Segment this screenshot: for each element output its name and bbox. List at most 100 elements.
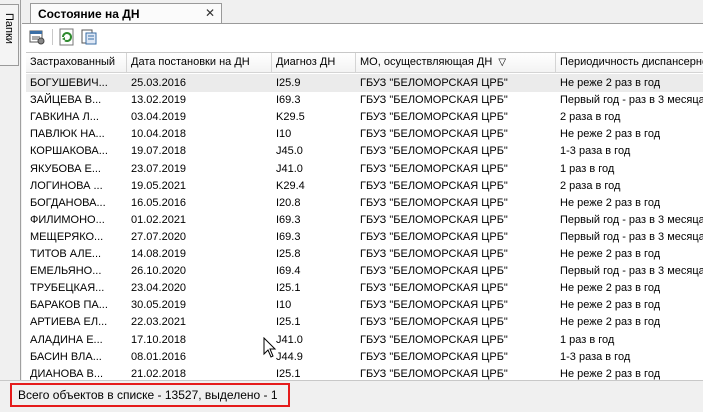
cell-diagnosis: I25.9 bbox=[276, 77, 301, 89]
table-row[interactable]: ЕМЕЛЬЯНО... 26.10.2020 I69.4 ГБУЗ "БЕЛОМОРС… bbox=[26, 262, 703, 280]
cell-insured: БАСИН ВЛА... bbox=[30, 350, 102, 363]
cell-periodicity: Первый год - раз в 3 месяца bbox=[560, 213, 703, 226]
cell-mo: ГБУЗ "БЕЛОМОРСКАЯ ЦРБ" bbox=[360, 111, 508, 124]
cell-periodicity: Первый год - раз в 3 месяца bbox=[560, 265, 703, 278]
cell-diagnosis: I69.3 bbox=[276, 230, 301, 243]
cell-diagnosis: I10 bbox=[276, 128, 292, 141]
export-icon[interactable] bbox=[80, 28, 98, 46]
cell-mo: ГБУЗ "БЕЛОМОРСКАЯ ЦРБ" bbox=[360, 299, 508, 312]
cell-diagnosis: I10 bbox=[276, 299, 292, 312]
toolbar-separator bbox=[52, 29, 53, 45]
table-row[interactable]: ФИЛИМОНО... 01.02.2021 I69.3 ГБУЗ "БЕЛОМОРС… bbox=[26, 211, 703, 229]
cell-mo: ГБУЗ "БЕЛОМОРСКАЯ ЦРБ" bbox=[360, 77, 508, 89]
cell-diagnosis: J44.9 bbox=[276, 350, 303, 363]
cell-insured: МЕЩЕРЯКО... bbox=[30, 230, 104, 243]
cell-mo: ГБУЗ "БЕЛОМОРСКАЯ ЦРБ" bbox=[360, 265, 508, 278]
cell-mo: ГБУЗ "БЕЛОМОРСКАЯ ЦРБ" bbox=[360, 230, 508, 243]
cell-insured: АРТИЕВА ЕЛ... bbox=[30, 316, 108, 329]
refresh-icon[interactable] bbox=[58, 28, 76, 46]
cell-registration-date: 03.04.2019 bbox=[131, 111, 187, 124]
cell-periodicity: 1 раз в год bbox=[560, 333, 615, 346]
cell-registration-date: 27.07.2020 bbox=[131, 230, 187, 243]
cell-insured: ЯКУБОВА Е... bbox=[30, 162, 101, 175]
table-row[interactable]: ЗАЙЦЕВА В... 13.02.2019 I69.3 ГБУЗ "БЕЛОМОР… bbox=[26, 91, 703, 109]
folders-tab[interactable]: Папки bbox=[0, 4, 19, 66]
table-row[interactable]: БОГУШЕВИЧ... 25.03.2016 I25.9 ГБУЗ "БЕЛОМОР… bbox=[26, 74, 703, 92]
table-row[interactable]: МЕЩЕРЯКО... 27.07.2020 I69.3 ГБУЗ "БЕЛОМОРС… bbox=[26, 228, 703, 246]
sort-descending-icon: ▽ bbox=[498, 57, 507, 68]
cell-mo: ГБУЗ "БЕЛОМОРСКАЯ ЦРБ" bbox=[360, 162, 508, 175]
cell-diagnosis: J45.0 bbox=[276, 145, 303, 158]
cell-registration-date: 23.07.2019 bbox=[131, 162, 187, 175]
cell-insured: ГАВКИНА Л... bbox=[30, 111, 99, 124]
object-count-status: Всего объектов в списке - 13527, выделен… bbox=[10, 383, 290, 407]
table-row[interactable]: ЯКУБОВА Е... 23.07.2019 J41.0 ГБУЗ "БЕЛОМОР… bbox=[26, 160, 703, 178]
table-row[interactable]: БАСИН ВЛА... 08.01.2016 J44.9 ГБУЗ "БЕЛОМОР… bbox=[26, 348, 703, 366]
cell-insured: ЕМЕЛЬЯНО... bbox=[30, 265, 102, 278]
mouse-pointer-icon bbox=[263, 337, 277, 358]
cell-registration-date: 23.04.2020 bbox=[131, 282, 187, 295]
table-row[interactable]: ТРУБЕЦКАЯ... 23.04.2020 I25.1 ГБУЗ "БЕЛОМОР… bbox=[26, 279, 703, 297]
cell-registration-date: 19.07.2018 bbox=[131, 145, 187, 158]
cell-periodicity: Не реже 2 раз в год bbox=[560, 196, 661, 209]
cell-diagnosis: I69.4 bbox=[276, 265, 301, 278]
cell-registration-date: 01.02.2021 bbox=[131, 213, 187, 226]
table-row[interactable]: ГАВКИНА Л... 03.04.2019 K29.5 ГБУЗ "БЕЛОМОР… bbox=[26, 108, 703, 126]
table-row[interactable]: АРТИЕВА ЕЛ... 22.03.2021 I25.1 ГБУЗ "БЕЛОМО… bbox=[26, 313, 703, 331]
close-icon[interactable]: ✕ bbox=[205, 6, 215, 20]
cell-insured: ФИЛИМОНО... bbox=[30, 213, 105, 226]
tab-title: Состояние на ДН bbox=[38, 7, 140, 21]
cell-periodicity: Не реже 2 раз в год bbox=[560, 316, 661, 329]
table-header: Застрахованный Дата постановки на ДН Диа… bbox=[26, 53, 703, 73]
cell-periodicity: 2 раза в год bbox=[560, 179, 621, 192]
cell-insured: КОРШАКОВА... bbox=[30, 145, 108, 158]
table-row[interactable]: ПАВЛЮК НА... 10.04.2018 I10 ГБУЗ "БЕЛОМОРСК… bbox=[26, 125, 703, 143]
cell-mo: ГБУЗ "БЕЛОМОРСКАЯ ЦРБ" bbox=[360, 350, 508, 363]
table-row[interactable]: БАРАКОВ ПА... 30.05.2019 I10 ГБУЗ "БЕЛОМОРС… bbox=[26, 296, 703, 314]
cell-diagnosis: K29.4 bbox=[276, 179, 305, 192]
cell-insured: АЛАДИНА Е... bbox=[30, 333, 103, 346]
column-header-mo-label: МО, осуществляющая ДН bbox=[360, 56, 493, 68]
cell-diagnosis: I20.8 bbox=[276, 196, 301, 209]
properties-icon[interactable] bbox=[28, 28, 46, 46]
table-row[interactable]: ТИТОВ АЛЕ... 14.08.2019 I25.8 ГБУЗ "БЕЛОМОР… bbox=[26, 245, 703, 263]
cell-insured: ПАВЛЮК НА... bbox=[30, 128, 105, 141]
cell-diagnosis: I69.3 bbox=[276, 213, 301, 226]
table-row[interactable]: КОРШАКОВА... 19.07.2018 J45.0 ГБУЗ "БЕЛОМОР… bbox=[26, 142, 703, 160]
table-row[interactable]: БОГДАНОВА... 16.05.2016 I20.8 ГБУЗ "БЕЛОМОР… bbox=[26, 194, 703, 212]
cell-periodicity: 1-3 раза в год bbox=[560, 145, 631, 158]
cell-registration-date: 08.01.2016 bbox=[131, 350, 187, 363]
table-row[interactable]: ЛОГИНОВА ... 19.05.2021 K29.4 ГБУЗ "БЕЛОМОР… bbox=[26, 177, 703, 195]
records-table: Застрахованный Дата постановки на ДН Диа… bbox=[26, 52, 703, 382]
cell-registration-date: 13.02.2019 bbox=[131, 94, 187, 107]
cell-periodicity: Не реже 2 раз в год bbox=[560, 299, 661, 312]
cell-periodicity: 1 раз в год bbox=[560, 162, 615, 175]
cell-insured: ЛОГИНОВА ... bbox=[30, 179, 103, 192]
cell-mo: ГБУЗ "БЕЛОМОРСКАЯ ЦРБ" bbox=[360, 333, 508, 346]
cell-periodicity: Первый год - раз в 3 месяца bbox=[560, 94, 703, 107]
cell-insured: ТРУБЕЦКАЯ... bbox=[30, 282, 105, 295]
tab-dn-status[interactable]: Состояние на ДН ✕ bbox=[30, 3, 222, 24]
cell-periodicity: Не реже 2 раз в год bbox=[560, 248, 661, 260]
cell-registration-date: 26.10.2020 bbox=[131, 265, 187, 278]
table-row[interactable]: АЛАДИНА Е... 17.10.2018 J41.0 ГБУЗ "БЕЛОМОР… bbox=[26, 331, 703, 349]
cell-diagnosis: I25.1 bbox=[276, 316, 301, 329]
cell-insured: ТИТОВ АЛЕ... bbox=[30, 248, 102, 260]
column-header-periodicity[interactable]: Периодичность диспансерного наблюдения bbox=[556, 53, 703, 73]
cell-mo: ГБУЗ "БЕЛОМОРСКАЯ ЦРБ" bbox=[360, 316, 508, 329]
cell-periodicity: Не реже 2 раз в год bbox=[560, 77, 661, 89]
cell-registration-date: 30.05.2019 bbox=[131, 299, 187, 312]
cell-diagnosis: I25.8 bbox=[276, 248, 301, 260]
column-header-diagnosis[interactable]: Диагноз ДН bbox=[272, 53, 356, 73]
column-header-insured[interactable]: Застрахованный bbox=[26, 53, 127, 73]
column-header-mo[interactable]: МО, осуществляющая ДН ▽ bbox=[356, 53, 556, 73]
cell-diagnosis: I69.3 bbox=[276, 94, 301, 107]
column-header-registration-date[interactable]: Дата постановки на ДН bbox=[127, 53, 272, 73]
cell-mo: ГБУЗ "БЕЛОМОРСКАЯ ЦРБ" bbox=[360, 179, 508, 192]
cell-insured: ЗАЙЦЕВА В... bbox=[30, 94, 102, 107]
cell-insured: БОГДАНОВА... bbox=[30, 196, 106, 209]
cell-mo: ГБУЗ "БЕЛОМОРСКАЯ ЦРБ" bbox=[360, 213, 508, 226]
cell-mo: ГБУЗ "БЕЛОМОРСКАЯ ЦРБ" bbox=[360, 196, 508, 209]
cell-periodicity: 2 раза в год bbox=[560, 111, 621, 124]
cell-periodicity: Первый год - раз в 3 месяца bbox=[560, 230, 703, 243]
